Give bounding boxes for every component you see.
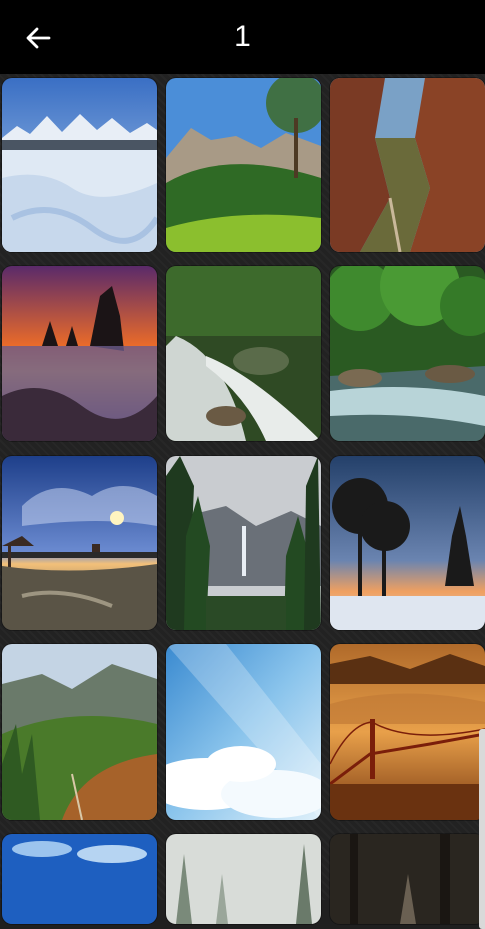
thumbnail-pines-snow-sunset[interactable] xyxy=(330,456,485,630)
thumbnail-blue-sky-clouds[interactable] xyxy=(2,834,157,924)
wallpaper-grid[interactable] xyxy=(0,74,485,929)
thumbnail-forest-stream[interactable] xyxy=(330,266,485,441)
thumbnail-green-meadow-mountains[interactable] xyxy=(166,78,321,252)
thumbnail-golden-gate-fog[interactable] xyxy=(330,644,485,820)
page-title: 1 xyxy=(234,20,251,53)
thumbnail-misty-valley-waterfall[interactable] xyxy=(166,456,321,630)
thumbnail-autumn-mountain-valley[interactable] xyxy=(2,644,157,820)
thumbnail-misty-pine-forest[interactable] xyxy=(166,834,321,924)
scrollbar-thumb[interactable] xyxy=(479,729,485,929)
thumbnail-dark-forest-path[interactable] xyxy=(330,834,485,924)
thumbnail-red-rock-canyon[interactable] xyxy=(330,78,485,252)
thumbnail-pier-sunset-clouds[interactable] xyxy=(2,456,157,630)
thumbnail-sea-stacks-sunset[interactable] xyxy=(2,266,157,441)
thumbnail-sky-sunbeam-clouds[interactable] xyxy=(166,644,321,820)
thumbnail-forest-rapids[interactable] xyxy=(166,266,321,441)
top-app-bar: 1 xyxy=(0,0,485,74)
thumbnail-snowy-mountain-field[interactable] xyxy=(2,78,157,252)
